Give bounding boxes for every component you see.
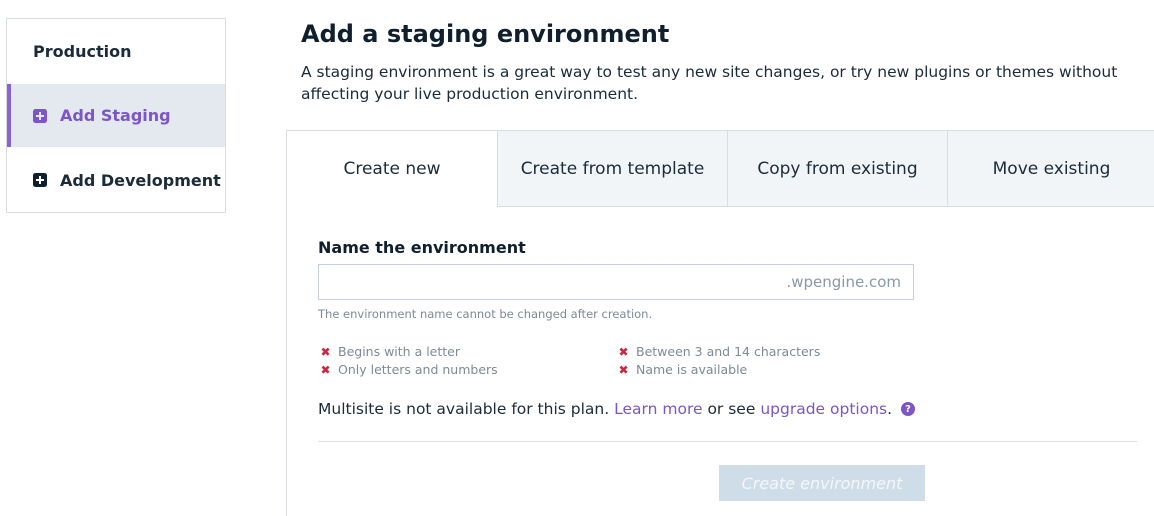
multisite-middle-text: or see	[707, 400, 756, 418]
tab-create-from-template[interactable]: Create from template	[497, 130, 727, 207]
sidebar-item-production[interactable]: Production	[7, 19, 225, 84]
upgrade-options-link[interactable]: upgrade options	[760, 400, 887, 418]
environment-name-field: .wpengine.com	[318, 264, 914, 300]
validation-rule: ✖ Name is available	[618, 362, 747, 377]
learn-more-link[interactable]: Learn more	[614, 400, 702, 418]
plus-square-icon	[33, 173, 47, 187]
plus-square-icon	[33, 108, 47, 123]
question-circle-icon[interactable]: ?	[901, 402, 916, 416]
tab-copy-from-existing[interactable]: Copy from existing	[727, 130, 947, 207]
x-icon: ✖	[320, 362, 331, 377]
environment-sidebar: Production Add Staging Add Development	[6, 18, 226, 213]
creation-method-tabs: Create new Create from template Copy fro…	[287, 130, 1154, 207]
validation-rule-text: Only letters and numbers	[338, 362, 498, 377]
multisite-period: .	[887, 400, 893, 418]
create-environment-panel: Create new Create from template Copy fro…	[286, 130, 1154, 516]
x-icon: ✖	[618, 344, 629, 359]
x-icon: ✖	[618, 362, 629, 377]
page-description: A staging environment is a great way to …	[301, 63, 1118, 103]
tab-create-new[interactable]: Create new	[287, 130, 497, 207]
environment-name-input[interactable]	[319, 265, 779, 299]
tab-move-existing[interactable]: Move existing	[947, 130, 1154, 207]
validation-rule-text: Name is available	[636, 362, 748, 377]
environment-name-label: Name the environment	[318, 238, 526, 257]
page-title: Add a staging environment	[301, 20, 670, 48]
sidebar-item-add-development[interactable]: Add Development	[7, 147, 225, 213]
name-help-text: The environment name cannot be changed a…	[318, 307, 653, 321]
validation-rule: ✖ Between 3 and 14 characters	[618, 344, 820, 359]
validation-rule: ✖ Begins with a letter	[320, 344, 460, 359]
sidebar-item-label: Add Staging	[60, 106, 171, 125]
sidebar-item-label: Production	[33, 42, 132, 61]
multisite-text: Multisite is not available for this plan…	[318, 400, 610, 418]
x-icon: ✖	[320, 344, 331, 359]
create-environment-button[interactable]: Create environment	[719, 465, 925, 501]
sidebar-item-label: Add Development	[60, 170, 221, 190]
form-divider	[318, 441, 1137, 442]
validation-rule-text: Between 3 and 14 characters	[636, 344, 821, 359]
domain-suffix: .wpengine.com	[786, 273, 901, 291]
validation-rule-text: Begins with a letter	[338, 344, 461, 359]
multisite-notice: Multisite is not available for this plan…	[318, 400, 916, 418]
validation-rule: ✖ Only letters and numbers	[320, 362, 498, 377]
sidebar-item-add-staging[interactable]: Add Staging	[7, 84, 225, 147]
